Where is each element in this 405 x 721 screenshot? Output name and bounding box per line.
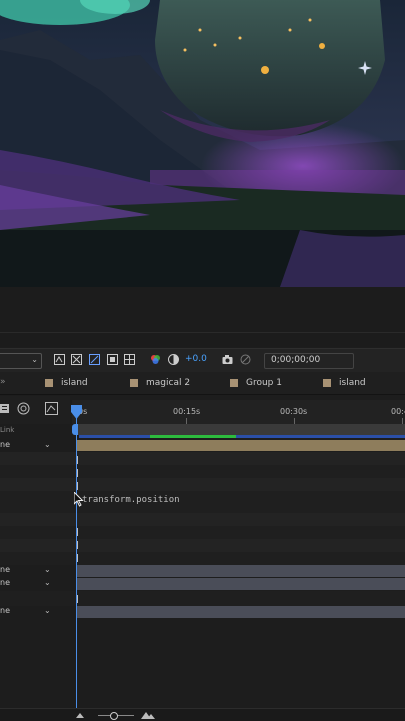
frame-blending-icon[interactable]	[89, 354, 100, 365]
layer-search-dropdown[interactable]: ⌄	[0, 353, 42, 369]
property-row	[0, 478, 405, 491]
property-row	[0, 513, 405, 526]
property-row	[0, 526, 405, 539]
expression-text[interactable]: transform.position	[82, 495, 180, 505]
tick-label: 00:15s	[173, 407, 201, 416]
tab-label: magical 2	[146, 378, 191, 388]
label-swatch	[45, 379, 53, 387]
label-swatch	[230, 379, 238, 387]
layer-controls: ne ⌄	[0, 578, 72, 590]
tab-label: Group 1	[246, 378, 282, 388]
zoom-slider-thumb[interactable]	[110, 712, 118, 720]
work-area-start-handle[interactable]	[72, 424, 78, 435]
composition-viewer[interactable]	[0, 0, 405, 287]
tick-label: 00:4	[391, 407, 405, 416]
property-row	[0, 452, 405, 465]
time-ruler[interactable]: 0s 00:15s 00:30s 00:4	[72, 400, 405, 424]
layer-row[interactable]: ne ⌄	[0, 565, 405, 578]
current-time-indicator[interactable]	[76, 410, 77, 710]
layer-duration-bar[interactable]	[77, 578, 405, 590]
scene-illustration	[0, 0, 405, 287]
expression-row	[0, 491, 405, 513]
show-snapshot-icon[interactable]	[240, 354, 251, 365]
timecode-value: 0;00;00;00	[271, 355, 321, 365]
viewer-footer	[0, 287, 405, 347]
column-header-link: Link	[0, 426, 15, 434]
chevron-down-icon: ⌄	[31, 355, 38, 364]
zoom-in-icon[interactable]	[141, 711, 155, 719]
blend-mode-label[interactable]: ne	[0, 606, 10, 615]
timeline-switches-header: Link	[0, 396, 70, 434]
mouse-pointer-icon	[74, 492, 84, 507]
layer-controls: ne ⌄	[0, 565, 72, 577]
playhead-icon[interactable]	[71, 405, 82, 419]
layer-controls: ne ⌄	[0, 440, 72, 452]
color-channels-icon[interactable]	[150, 354, 161, 365]
label-swatch	[130, 379, 138, 387]
work-area-bar[interactable]	[75, 424, 405, 435]
chevron-down-icon[interactable]: ⌄	[44, 606, 51, 615]
chevron-down-icon[interactable]: ⌄	[44, 440, 51, 449]
motion-blur-icon[interactable]	[107, 354, 118, 365]
property-row	[0, 539, 405, 552]
layer-duration-bar[interactable]	[77, 565, 405, 577]
blend-mode-label[interactable]: ne	[0, 578, 10, 587]
label-swatch	[323, 379, 331, 387]
render-bar	[79, 435, 405, 438]
composition-tabs: » island magical 2 Group 1 island	[0, 372, 405, 395]
blend-mode-label[interactable]: ne	[0, 565, 10, 574]
exposure-reset-icon[interactable]	[168, 354, 179, 365]
layer-duration-bar[interactable]	[77, 606, 405, 618]
tick-label: 00:30s	[280, 407, 308, 416]
panel-divider	[0, 332, 405, 333]
layer-duration-bar[interactable]	[77, 440, 405, 451]
panel-menu-icon[interactable]: »	[0, 377, 6, 387]
tab-label: island	[61, 378, 88, 388]
tab-group-1[interactable]: Group 1	[230, 372, 282, 394]
tab-label: island	[339, 378, 366, 388]
layer-row[interactable]: ne ⌄	[0, 578, 405, 591]
timecode-field[interactable]: 0;00;00;00	[264, 353, 354, 369]
timeline-zoom-bar	[0, 708, 405, 721]
motion-blur-switch-icon[interactable]	[17, 402, 30, 415]
graph-icon[interactable]	[45, 402, 58, 415]
layer-row[interactable]: ne ⌄	[0, 606, 405, 619]
cached-frames-bar	[150, 435, 236, 438]
property-row	[0, 591, 405, 606]
layer-row[interactable]: ne ⌄	[0, 440, 405, 452]
camera-icon[interactable]	[222, 354, 233, 365]
zoom-out-icon[interactable]	[76, 712, 84, 718]
exposure-value[interactable]: +0.0	[185, 354, 207, 364]
draft-3d-icon[interactable]	[54, 354, 65, 365]
layer-switches-icon[interactable]	[0, 403, 10, 414]
layer-controls: ne ⌄	[0, 606, 72, 618]
chevron-down-icon[interactable]: ⌄	[44, 578, 51, 587]
property-row	[0, 465, 405, 478]
blend-mode-label[interactable]: ne	[0, 440, 10, 449]
tab-island-2[interactable]: island	[323, 372, 366, 394]
chevron-down-icon[interactable]: ⌄	[44, 565, 51, 574]
tab-magical-2[interactable]: magical 2	[130, 372, 190, 394]
tab-island[interactable]: island	[45, 372, 88, 394]
graph-editor-icon[interactable]	[124, 354, 135, 365]
shy-layers-icon[interactable]	[71, 354, 82, 365]
property-row	[0, 552, 405, 565]
timeline-toolbar: ⌄ +0.0 0;00;00;00	[0, 348, 405, 373]
